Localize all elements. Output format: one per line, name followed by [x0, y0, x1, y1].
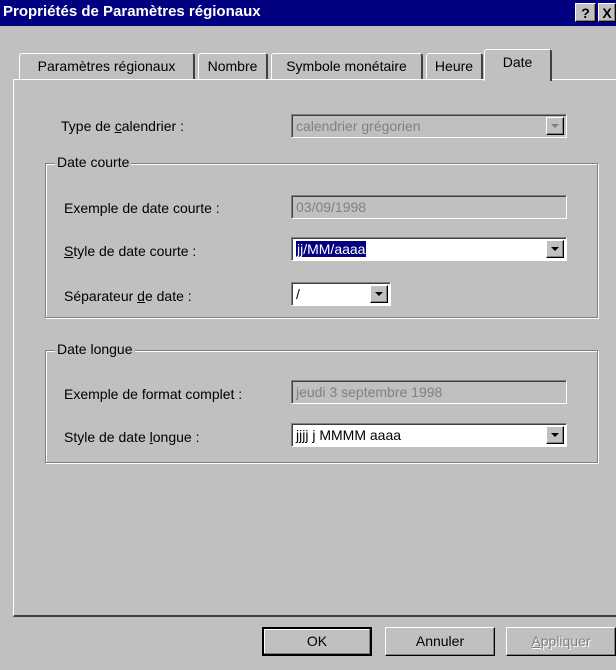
date-separator-value[interactable]: /	[296, 286, 300, 302]
window-title: Propriétés de Paramètres régionaux	[3, 3, 261, 20]
close-button[interactable]: X	[598, 3, 616, 22]
date-separator-combo[interactable]: /	[291, 282, 391, 306]
short-date-example-label: Exemple de date courte :	[64, 200, 220, 216]
long-date-style-dropdown-button[interactable]	[546, 426, 564, 444]
chevron-down-icon	[551, 124, 559, 128]
calendar-dropdown-button[interactable]	[546, 117, 564, 135]
short-date-example-field: 03/09/1998	[291, 195, 567, 219]
chevron-down-icon	[375, 292, 383, 296]
date-separator-label: Séparateur de date :	[64, 288, 192, 304]
cancel-button[interactable]: Annuler	[385, 627, 495, 656]
long-date-style-combo[interactable]: jjjj j MMMM aaaa	[291, 423, 567, 447]
tab-heure[interactable]: Heure	[426, 53, 483, 79]
chevron-down-icon	[551, 433, 559, 437]
long-date-example-field: jeudi 3 septembre 1998	[291, 380, 567, 404]
apply-button[interactable]: Appliquer	[506, 627, 616, 656]
short-date-style-dropdown-button[interactable]	[546, 240, 564, 258]
title-bar[interactable]: Propriétés de Paramètres régionaux ? X	[0, 0, 616, 26]
tab-parametres-regionaux[interactable]: Paramètres régionaux	[19, 53, 195, 79]
long-date-group-title: Date longue	[55, 341, 135, 357]
tab-nombre[interactable]: Nombre	[198, 53, 268, 79]
calendar-type-value: calendrier grégorien	[296, 118, 421, 134]
tab-symbole-monetaire[interactable]: Symbole monétaire	[271, 53, 423, 79]
long-date-style-value[interactable]: jjjj j MMMM aaaa	[296, 427, 401, 443]
calendar-type-select[interactable]: calendrier grégorien	[291, 114, 567, 138]
calendar-type-label: Type de calendrier :	[61, 118, 184, 134]
short-date-style-value[interactable]: jj/MM/aaaa	[296, 241, 367, 257]
ok-button[interactable]: OK	[262, 627, 372, 656]
date-separator-dropdown-button[interactable]	[370, 285, 388, 303]
short-date-group-title: Date courte	[55, 154, 132, 170]
tab-date[interactable]: Date	[484, 49, 552, 81]
short-date-style-combo[interactable]: jj/MM/aaaa	[291, 237, 567, 261]
short-date-style-label: Style de date courte :	[64, 243, 197, 259]
help-button[interactable]: ?	[575, 3, 596, 22]
long-date-style-label: Style de date longue :	[64, 429, 200, 445]
long-date-example-label: Exemple de format complet :	[64, 386, 243, 402]
chevron-down-icon	[551, 247, 559, 251]
